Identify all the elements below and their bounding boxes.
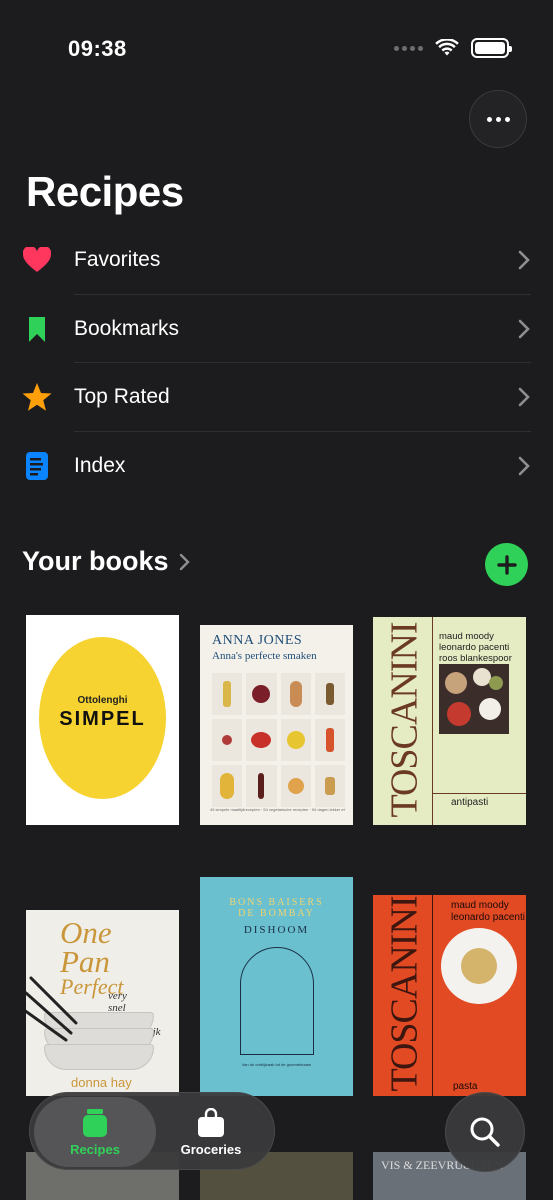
- book-cover-one-pan-perfect[interactable]: One Pan Perfect very snel eenvoudig verr…: [26, 910, 179, 1096]
- chevron-right-icon: [518, 250, 530, 270]
- bookmark-icon: [22, 314, 52, 344]
- chevron-right-icon: [518, 319, 530, 339]
- tab-bar: Recipes Groceries: [29, 1092, 275, 1170]
- menu-item-top-rated[interactable]: Top Rated: [0, 363, 553, 432]
- status-icons: [394, 38, 512, 58]
- your-books-header[interactable]: Your books: [22, 546, 191, 577]
- status-bar: 09:38: [0, 0, 553, 100]
- book-title: TOSCANINI: [384, 895, 426, 1092]
- arch-illustration: [240, 947, 314, 1055]
- section-title: Your books: [22, 546, 169, 576]
- wifi-icon: [435, 39, 459, 56]
- tab-label: Recipes: [70, 1141, 120, 1157]
- menu-item-label: Bookmarks: [74, 316, 180, 340]
- plus-icon: [496, 554, 517, 575]
- search-icon: [470, 1117, 500, 1147]
- chevron-right-icon: [179, 553, 190, 570]
- tab-groceries[interactable]: Groceries: [150, 1097, 272, 1167]
- jar-icon: [83, 1108, 107, 1137]
- book-subtitle: pasta: [453, 1081, 478, 1092]
- star-icon: [22, 382, 52, 412]
- ellipsis-icon: [486, 116, 492, 122]
- book-author: donna hay: [71, 1075, 132, 1090]
- book-tagline: BONS BAISERS DE BOMBAY: [229, 897, 324, 919]
- book-cover-toscanini-antipasti[interactable]: TOSCANINI maud moody leonardo pacenti ro…: [373, 617, 526, 825]
- pans-illustration: [26, 976, 154, 1078]
- book-authors: maud moody leonardo pacenti: [451, 900, 525, 923]
- battery-icon: [471, 38, 512, 58]
- book-title: DISHOOM: [243, 924, 310, 936]
- heart-icon: [22, 245, 52, 275]
- menu-item-label: Top Rated: [74, 385, 170, 409]
- index-icon: [22, 451, 52, 481]
- chevron-right-icon: [518, 387, 530, 407]
- page-title: Recipes: [26, 168, 184, 215]
- book-footer: Van de ontbijtzaak tot de groentekraam: [241, 1062, 312, 1067]
- search-button[interactable]: [445, 1092, 525, 1172]
- book-authors: maud moody leonardo pacenti roos blankes…: [439, 631, 512, 664]
- book-author: ANNA JONES: [212, 633, 303, 648]
- antipasti-photo: [439, 664, 509, 734]
- menu-item-favorites[interactable]: Favorites: [0, 226, 553, 295]
- book-title: SIMPEL: [59, 708, 146, 730]
- add-book-button[interactable]: [485, 543, 528, 586]
- recipe-menu-list: Favorites Bookmarks Top Rated Index: [0, 226, 553, 500]
- cellular-signal-icon: [394, 45, 423, 51]
- chevron-right-icon: [518, 456, 530, 476]
- shopping-bag-icon: [198, 1107, 224, 1137]
- vegetable-photo-grid: [212, 673, 345, 807]
- book-subtitle: antipasti: [451, 797, 489, 808]
- book-title: Anna's perfecte smaken: [212, 650, 317, 662]
- menu-item-bookmarks[interactable]: Bookmarks: [0, 295, 553, 363]
- pasta-plate-illustration: [441, 928, 517, 1004]
- menu-item-index[interactable]: Index: [0, 432, 553, 501]
- book-footer: 45 simpele maaltijdrecepten · 54 vegetar…: [210, 807, 345, 812]
- menu-item-label: Index: [74, 453, 126, 477]
- tab-label: Groceries: [180, 1141, 242, 1157]
- book-cover-anna-jones[interactable]: ANNA JONES Anna's perfecte smaken 45 sim…: [200, 625, 353, 825]
- book-cover-dishoom[interactable]: BONS BAISERS DE BOMBAY DISHOOM Van de on…: [200, 877, 353, 1096]
- book-cover-toscanini-pasta[interactable]: TOSCANINI maud moody leonardo pacenti pa…: [373, 895, 526, 1096]
- book-cover-simpel[interactable]: Ottolenghi SIMPEL: [26, 615, 179, 825]
- menu-item-label: Favorites: [74, 248, 161, 272]
- status-time: 09:38: [68, 36, 127, 61]
- book-title: TOSCANINI: [384, 621, 426, 818]
- book-author: Ottolenghi: [77, 695, 128, 706]
- tab-recipes[interactable]: Recipes: [34, 1097, 156, 1167]
- more-options-button[interactable]: [469, 90, 527, 148]
